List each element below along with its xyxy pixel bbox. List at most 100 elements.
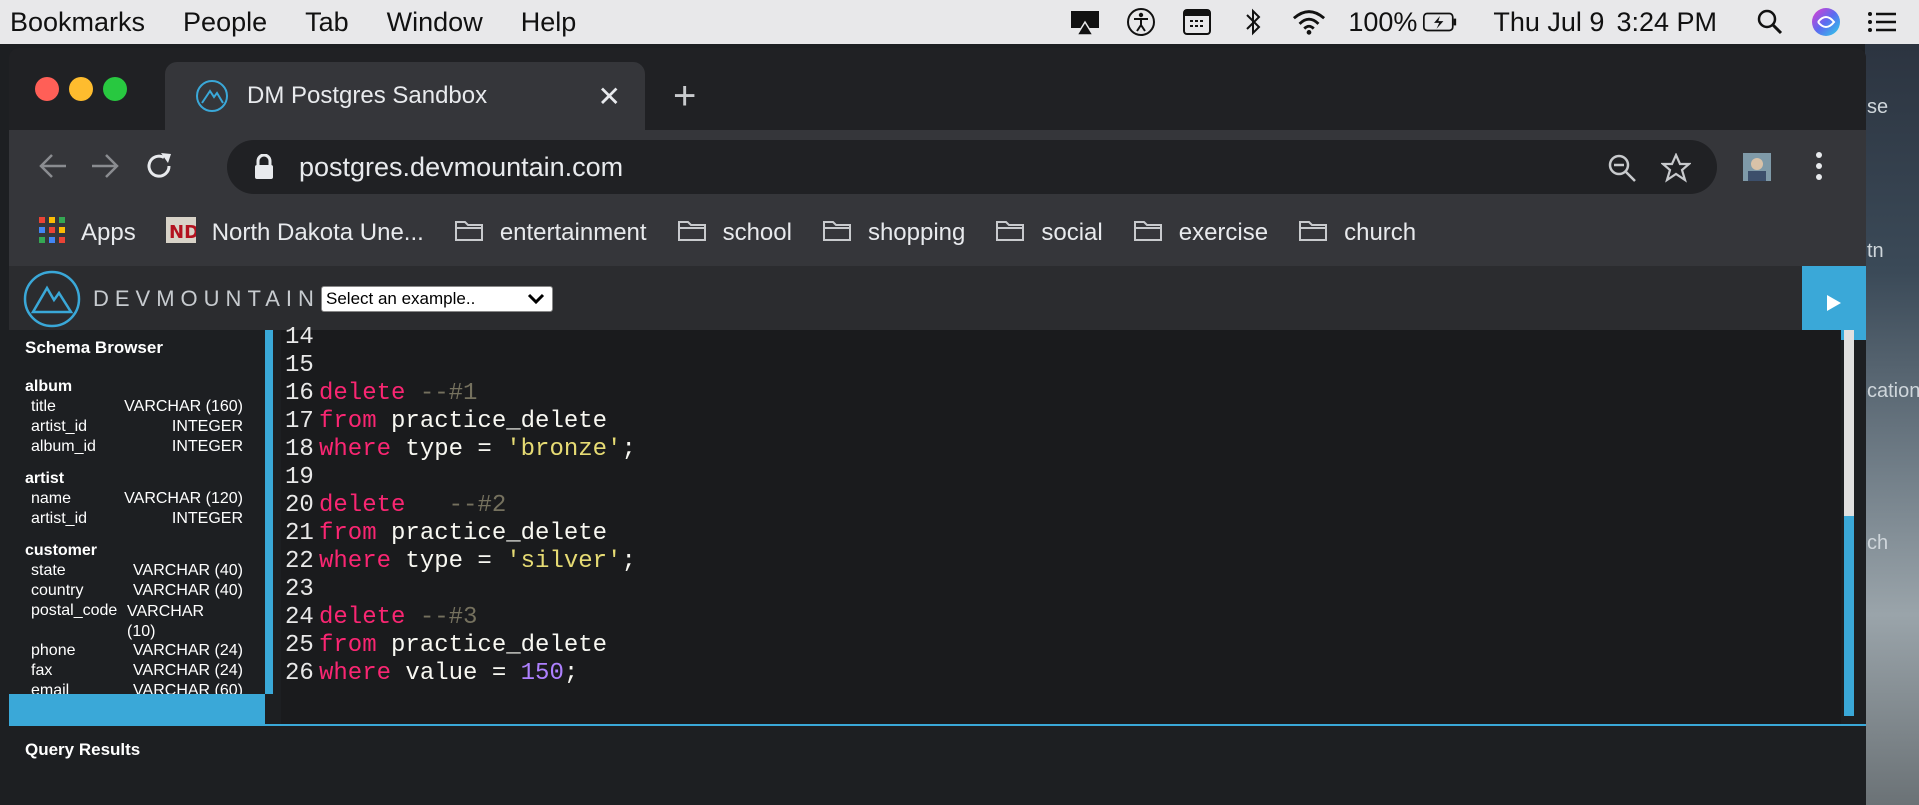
battery-icon[interactable] — [1423, 5, 1457, 39]
code-line[interactable]: 22 where type = 'silver'; — [285, 548, 636, 576]
menu-help[interactable]: Help — [521, 7, 577, 38]
editor-gutter-separator — [273, 330, 281, 724]
address-bar[interactable]: postgres.devmountain.com — [227, 140, 1717, 194]
code-line[interactable]: 17 from practice_delete — [285, 408, 607, 436]
line-number: 15 — [285, 352, 314, 379]
bookmark-folder-church[interactable]: church — [1298, 218, 1416, 249]
airplay-icon[interactable] — [1068, 5, 1102, 39]
code-token: practice_delete — [376, 520, 608, 547]
maximize-window-button[interactable] — [103, 77, 127, 101]
schema-resize-handle[interactable] — [9, 694, 265, 724]
minimize-window-button[interactable] — [69, 77, 93, 101]
bookmark-apps[interactable]: Apps — [39, 216, 136, 250]
bookmark-star-icon[interactable] — [1660, 152, 1692, 183]
example-select[interactable]: Select an example.. — [321, 286, 553, 312]
close-tab-icon[interactable]: ✕ — [598, 80, 621, 113]
bookmark-folder-social[interactable]: social — [995, 218, 1103, 249]
zoom-out-icon[interactable] — [1607, 153, 1637, 183]
menubar-date[interactable]: Thu Jul 9 — [1493, 7, 1604, 38]
code-token: 150 — [520, 660, 564, 687]
reload-button[interactable] — [139, 146, 179, 186]
schema-column-type: INTEGER — [171, 418, 243, 435]
code-token: from — [319, 632, 377, 659]
bookmark-folder-exercise[interactable]: exercise — [1133, 218, 1268, 249]
wifi-icon[interactable] — [1292, 5, 1326, 39]
line-number: 19 — [285, 464, 314, 491]
schema-table-name[interactable]: album — [25, 378, 72, 396]
code-token: --#2 — [448, 492, 507, 519]
page-content: DEVMOUNTAIN Select an example.. Schema B… — [9, 266, 1866, 805]
bookmark-label: shopping — [867, 219, 966, 246]
schema-column-name: country — [31, 582, 84, 599]
code-token: type = — [391, 436, 507, 463]
schema-table-name[interactable]: artist — [25, 470, 64, 488]
siri-icon[interactable] — [1809, 5, 1843, 39]
bookmark-folder-school[interactable]: school — [677, 218, 792, 249]
query-results-title: Query Results — [25, 740, 141, 759]
line-number: 23 — [285, 576, 314, 603]
menu-window[interactable]: Window — [387, 7, 483, 38]
code-token: --#1 — [419, 380, 478, 407]
menu-people[interactable]: People — [183, 7, 267, 38]
profile-avatar[interactable] — [1737, 147, 1777, 187]
browser-menu-icon[interactable] — [1799, 146, 1839, 186]
folder-icon — [1133, 218, 1163, 249]
wallpaper-text: cation — [1867, 380, 1919, 402]
code-line[interactable]: 15 — [285, 352, 319, 380]
forward-button[interactable] — [85, 146, 125, 186]
code-line[interactable]: 18 where type = 'bronze'; — [285, 436, 636, 464]
code-line[interactable]: 24 delete --#3 — [285, 604, 477, 632]
line-number: 18 — [285, 436, 314, 463]
menu-tab[interactable]: Tab — [305, 7, 349, 38]
line-number: 17 — [285, 408, 314, 435]
app-header: DEVMOUNTAIN Select an example.. — [9, 266, 1866, 340]
code-line[interactable]: 16 delete --#1 — [285, 380, 477, 408]
schema-browser: Schema Browser album title VARCHAR (160)… — [9, 330, 273, 694]
new-tab-button[interactable]: + — [673, 76, 696, 116]
play-icon — [1827, 295, 1841, 311]
back-button[interactable] — [33, 146, 73, 186]
spotlight-search-icon[interactable] — [1753, 5, 1787, 39]
run-query-button[interactable] — [1802, 266, 1866, 340]
accessibility-icon[interactable] — [1124, 5, 1158, 39]
devmountain-logo-icon[interactable] — [23, 270, 81, 328]
code-token: where — [319, 436, 392, 463]
code-token: --#3 — [419, 604, 478, 631]
schema-column-name: email — [31, 682, 70, 694]
keyboard-viewer-icon[interactable] — [1180, 5, 1214, 39]
line-number: 26 — [285, 660, 314, 687]
und-logo-icon: ND — [165, 216, 199, 250]
line-number: 14 — [285, 324, 314, 351]
code-line[interactable]: 23 — [285, 576, 319, 604]
schema-table-name[interactable]: customer — [25, 542, 97, 560]
code-line[interactable]: 26 where value = 150; — [285, 660, 578, 688]
schema-scrollbar[interactable] — [265, 330, 273, 694]
browser-window: DM Postgres Sandbox ✕ + postgres.devmoun… — [9, 48, 1866, 805]
chevron-down-icon — [526, 290, 546, 313]
bluetooth-icon[interactable] — [1236, 5, 1270, 39]
code-line[interactable]: 20 delete --#2 — [285, 492, 506, 520]
lock-icon[interactable] — [253, 153, 275, 180]
browser-tab[interactable]: DM Postgres Sandbox ✕ — [165, 62, 645, 130]
menu-bookmarks[interactable]: Bookmarks — [10, 7, 145, 38]
code-line[interactable]: 25 from practice_delete — [285, 632, 607, 660]
logo-text: DEVMOUNTAIN — [93, 286, 320, 311]
code-line[interactable]: 14 — [285, 324, 319, 352]
notification-center-icon[interactable] — [1865, 5, 1899, 39]
sql-editor[interactable]: 14 15 16 delete --#1 17 from practice_delete 1… — [281, 324, 1841, 724]
folder-icon — [677, 218, 707, 249]
schema-column-type: VARCHAR (120) — [124, 490, 243, 507]
close-window-button[interactable] — [35, 77, 59, 101]
bookmark-folder-shopping[interactable]: shopping — [822, 218, 965, 249]
editor-scrollbar-thumb[interactable] — [1844, 516, 1854, 716]
url-text[interactable]: postgres.devmountain.com — [299, 152, 623, 183]
bookmark-north-dakota[interactable]: ND North Dakota Une... — [165, 216, 424, 250]
schema-column-type: VARCHAR (40) — [133, 562, 243, 579]
code-line[interactable]: 19 — [285, 464, 319, 492]
menubar-time[interactable]: 3:24 PM — [1616, 7, 1717, 38]
desktop-wallpaper: se tn cation ch — [1865, 44, 1919, 805]
code-line[interactable]: 21 from practice_delete — [285, 520, 607, 548]
results-divider[interactable] — [9, 724, 1866, 726]
bookmark-folder-entertainment[interactable]: entertainment — [454, 218, 647, 249]
